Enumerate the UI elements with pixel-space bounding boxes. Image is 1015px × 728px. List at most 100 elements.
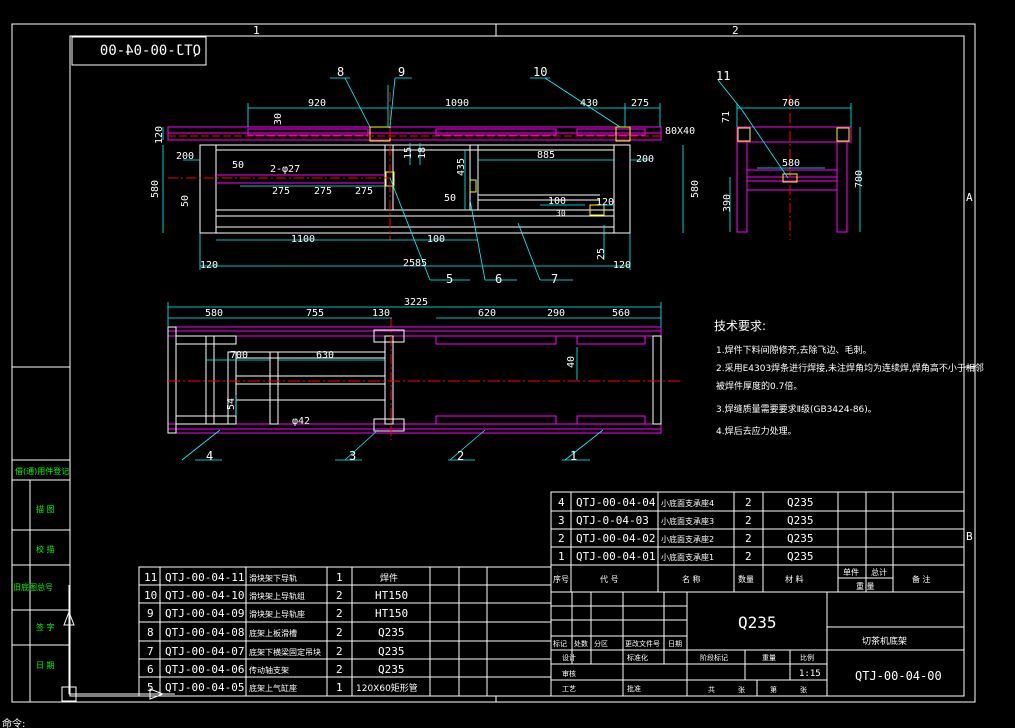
top-dim-755: 755: [306, 308, 324, 319]
balloon-9: 9: [398, 65, 405, 79]
balloon-5: 5: [446, 272, 453, 286]
ucs-icon: [61, 585, 175, 702]
bom-l-name: 底架下横梁固定吊块: [249, 647, 321, 657]
dim-275-top: 275: [631, 98, 649, 109]
bom-l-code: QTJ-00-04-11: [165, 571, 244, 584]
bom-l-no: 6: [147, 663, 154, 676]
dim-50-a: 50: [232, 160, 244, 171]
bom-left-row: 8 QTJ-00-04-08 底架上板滑槽 2 Q235: [147, 626, 405, 639]
bom-r-code: QTJ-00-04-01: [576, 550, 655, 563]
top-view-dim-text: 3225 580 755 130 620 290 560 700 630 40 …: [205, 297, 630, 427]
dim-120-b: 120: [596, 197, 614, 208]
dim-30: 30: [273, 113, 284, 125]
title-part-name: 切茶机底架: [862, 635, 907, 647]
bom-r-mat: Q235: [787, 496, 814, 509]
side-dim-706: 706: [782, 98, 800, 109]
tb-count: 处数: [574, 639, 588, 648]
drawing-canvas: 1 2 A B QTJ-00-04-00 920 1090 430 275 80…: [2, 23, 984, 728]
strip-old-no: 旧底图总号: [13, 582, 53, 592]
bom-l-no: 9: [147, 607, 154, 620]
bom-right-row: 3 QTJ-0-04-03 小底面支承座3 2 Q235: [558, 514, 814, 527]
notes-title: 技术要求:: [714, 319, 766, 333]
bom-r-qty: 2: [745, 514, 752, 527]
tb-design: 设计: [562, 653, 576, 662]
tb-zone: 分区: [594, 639, 608, 648]
bom-right-row: 1 QTJ-00-04-01 小底面支承座1 2 Q235: [558, 550, 814, 563]
bom-left-row: 11 QTJ-00-04-11 滑块架下导轨 1 焊件: [144, 571, 398, 584]
bom-r-name: 小底面支承座2: [661, 534, 714, 544]
strip-trace: 描 图: [36, 504, 55, 514]
bom-l-qty: 2: [336, 607, 343, 620]
dim-200-left: 200: [176, 151, 194, 162]
side-dim-580: 580: [782, 158, 800, 169]
tb-total: 共: [708, 685, 715, 694]
hdr-no: 序号: [553, 574, 569, 584]
dim-2585: 2585: [403, 258, 427, 269]
bom-r-mat: Q235: [787, 550, 814, 563]
top-phi42: φ42: [292, 416, 310, 427]
bom-l-name: 滑块架上导轨座: [249, 609, 305, 619]
bom-left-row: 5 QTJ-00-04-05 底架上气缸座 1 120X60矩形管: [147, 681, 418, 694]
title-material: Q235: [738, 613, 777, 632]
bom-r-qty: 2: [745, 496, 752, 509]
bom-right-row: 4 QTJ-00-04-04 小底面支承座4 2 Q235: [558, 496, 814, 509]
bom-r-qty: 2: [745, 532, 752, 545]
command-prompt[interactable]: 命令:: [2, 717, 25, 728]
bom-r-name: 小底面支承座1: [661, 552, 714, 562]
bom-r-mat: Q235: [787, 532, 814, 545]
bom-l-qty: 2: [336, 626, 343, 639]
hdr-remark: 备 注: [912, 574, 931, 584]
top-dim-290: 290: [547, 308, 565, 319]
top-dim-580: 580: [205, 308, 223, 319]
top-dim-54: 54: [226, 398, 237, 410]
balloon-4: 4: [206, 449, 213, 463]
title-scale: 1:15: [799, 669, 821, 679]
title-drawing-no: QTJ-00-04-00: [855, 669, 942, 683]
dim-80x40: 80X40: [665, 126, 695, 137]
top-dim-3225: 3225: [404, 297, 428, 308]
bom-l-name: 底架上气缸座: [249, 683, 297, 693]
bom-r-no: 3: [558, 514, 565, 527]
tb-std: 标准化: [627, 653, 648, 662]
bom-r-code: QTJ-00-04-04: [576, 496, 656, 509]
note-2b: 被焊件厚度的0.7倍。: [716, 380, 802, 392]
bom-l-mat: Q235: [378, 626, 405, 639]
strip-sign: 签 字: [36, 622, 55, 632]
bom-r-no: 4: [558, 496, 565, 509]
strip-check: 校 描: [36, 544, 55, 554]
bom-l-code: QTJ-00-04-05: [165, 681, 244, 694]
hdr-code: 代 号: [600, 574, 619, 584]
top-dim-560: 560: [612, 308, 630, 319]
hdr-qty: 数量: [738, 574, 754, 584]
bom-l-mat: Q235: [378, 645, 405, 658]
note-2: 2.采用E4303焊条进行焊接,未注焊角均为连续焊,焊角高不小于相邻: [716, 362, 984, 374]
bom-r-code: QTJ-0-04-03: [576, 514, 649, 527]
bom-l-qty: 2: [336, 589, 343, 602]
tb-sheet: 张: [738, 685, 745, 694]
top-view-balloons: 4 3 2 1: [206, 449, 577, 463]
dim-885: 885: [537, 150, 555, 161]
tb-approve: 批准: [627, 684, 641, 693]
balloon-7: 7: [551, 272, 558, 286]
tb-page-sheet: 张: [800, 685, 807, 694]
dim-100-a: 100: [548, 196, 566, 207]
dim-50-vertical: 50: [180, 195, 191, 207]
bom-left-row: 9 QTJ-00-04-09 滑块架上导轨座 2 HT150: [147, 607, 408, 620]
hdr-name: 名 称: [682, 574, 701, 584]
balloon-1: 1: [570, 449, 577, 463]
dim-25: 25: [596, 248, 607, 260]
balloon-3: 3: [349, 449, 356, 463]
bom-left-row: 6 QTJ-00-04-06 传动轴支架 2 Q235: [147, 663, 405, 676]
bom-l-code: QTJ-00-04-07: [165, 645, 244, 658]
bom-l-qty: 2: [336, 645, 343, 658]
note-4: 4.焊后去应力处理。: [716, 425, 797, 437]
front-view-dim-text: 920 1090 430 275 80X40 120 30 200 50 2-φ…: [150, 98, 701, 271]
balloon-2: 2: [457, 449, 464, 463]
tb-stage-mark: 阶段标记: [700, 653, 728, 662]
hdr-weight: 重 量: [856, 581, 875, 591]
balloon-10: 10: [533, 65, 547, 79]
top-dim-130: 130: [372, 308, 390, 319]
dim-1090: 1090: [445, 98, 469, 109]
dim-15: 15: [403, 147, 414, 159]
bom-r-code: QTJ-00-04-02: [576, 532, 655, 545]
